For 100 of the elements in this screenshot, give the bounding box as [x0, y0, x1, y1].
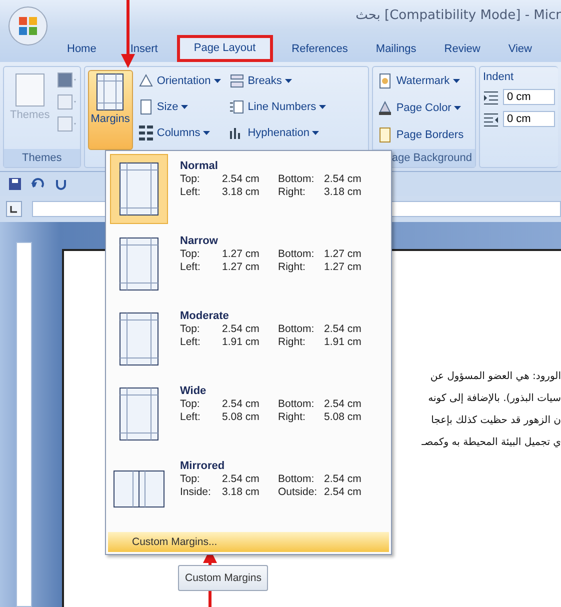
caret-icon: [181, 105, 188, 109]
margin-value: 1.91 cm: [222, 336, 260, 348]
margin-label: Outside:: [278, 486, 318, 498]
indent-field[interactable]: 0 cm: [503, 89, 555, 105]
margin-value: 2.54 cm: [324, 173, 362, 185]
preset-name: Moderate: [180, 310, 230, 322]
margin-value: 2.54 cm: [222, 473, 260, 485]
ribbon-tab[interactable]: References: [282, 37, 357, 62]
body-text-line: ن الزهور قد حظيت كذلك بإعجا: [431, 415, 561, 426]
margin-label: Top:: [180, 323, 201, 335]
page-layout-icon: [113, 470, 165, 508]
page-color-button[interactable]: Page Color: [376, 98, 465, 118]
effects-icon: [56, 116, 77, 132]
margin-value: 2.54 cm: [324, 473, 362, 485]
ribbon-tab[interactable]: Home: [58, 37, 106, 62]
margin-label: Top:: [180, 248, 201, 260]
body-text-line: ي تجميل البيئة المحيطة به وكمصـ: [422, 437, 561, 448]
line-numbers-icon: [228, 99, 245, 115]
caret-icon: [214, 79, 221, 83]
colors-icon: [56, 72, 77, 88]
tab-selector-icon: [6, 201, 22, 217]
hyphenation-button[interactable]: Hyphenation: [228, 122, 328, 144]
group-label: Themes: [4, 149, 80, 167]
caret-icon: [203, 131, 210, 135]
ribbon-tab[interactable]: View: [499, 37, 541, 62]
caret-icon: [312, 131, 320, 135]
margin-label: Right:: [278, 336, 306, 348]
watermark-icon: [377, 73, 394, 89]
page-layout-icon: [119, 387, 159, 441]
margin-label: Bottom:: [278, 398, 316, 410]
window-title: بحث [Compatibility Mode] - Micr: [356, 8, 561, 22]
menu-item[interactable]: Mirrored Top: 2.54 cm Bottom: 2.54 cm Inside: 3.18 cm Outside: 2.54 cm: [108, 453, 389, 528]
indent-field[interactable]: 0 cm: [503, 111, 555, 127]
ribbon-tab[interactable]: Insert: [115, 37, 167, 62]
menu-item[interactable]: Narrow Top: 1.27 cm Bottom: 1.27 cm Left: 1.27 cm Right: 1.27 cm: [108, 228, 389, 303]
indent-right-icon: [483, 111, 499, 127]
menu-item[interactable]: Moderate Top: 2.54 cm Bottom: 2.54 cm Left: 1.91 cm Right: 1.91 cm: [108, 303, 389, 378]
save-icon: [8, 177, 22, 191]
margin-label: Right:: [278, 261, 306, 273]
margin-value: 2.54 cm: [324, 486, 362, 498]
columns-icon: [138, 125, 154, 141]
margin-label: Right:: [278, 411, 306, 423]
margin-value: 1.27 cm: [222, 248, 260, 260]
preset-name: Narrow: [180, 235, 219, 247]
repeat-icon: [54, 177, 68, 191]
margin-value: 2.54 cm: [222, 173, 260, 185]
columns-button[interactable]: Columns: [136, 122, 222, 144]
orientation-button[interactable]: Orientation: [136, 70, 222, 92]
page-margins-icon: [96, 73, 124, 111]
caret-icon: [454, 106, 462, 110]
ribbon-tab[interactable]: Mailings: [366, 37, 426, 62]
page-layout-icon: [119, 162, 159, 216]
indent-left-icon: [483, 89, 499, 105]
themes-icon: [14, 73, 45, 107]
margin-value: 1.27 cm: [324, 261, 362, 273]
page-layout-icon: [119, 312, 159, 366]
margin-value: 5.08 cm: [222, 411, 260, 423]
margin-value: 1.91 cm: [324, 336, 362, 348]
fonts-icon: [56, 94, 77, 110]
margin-value: 1.27 cm: [324, 248, 362, 260]
margin-label: Left:: [180, 261, 202, 273]
margin-label: Bottom:: [278, 173, 316, 185]
preset-name: Mirrored: [180, 460, 226, 472]
breaks-icon: [228, 73, 245, 89]
page-borders-button[interactable]: Page Borders: [376, 125, 465, 145]
indent-label: Indent: [483, 71, 515, 83]
caret-icon: [284, 79, 292, 83]
margin-value: 2.54 cm: [222, 323, 260, 335]
custom-margins-item[interactable]: Custom Margins...: [108, 532, 389, 552]
margin-value: 2.54 cm: [324, 323, 362, 335]
margin-label: Left:: [180, 186, 202, 198]
margin-value: 1.27 cm: [222, 261, 260, 273]
body-text-line: الورود: هي العضو المسؤول عن: [430, 371, 561, 382]
margin-label: Left:: [180, 336, 202, 348]
margin-label: Bottom:: [278, 323, 316, 335]
size-button[interactable]: Size: [136, 96, 222, 118]
preset-name: Wide: [180, 385, 208, 397]
margin-value: 3.18 cm: [324, 186, 362, 198]
page-borders-icon: [377, 127, 394, 143]
watermark-button[interactable]: Watermark: [376, 71, 465, 91]
ribbon-tab[interactable]: Page Layout: [176, 35, 273, 62]
menu-item[interactable]: Wide Top: 2.54 cm Bottom: 2.54 cm Left: 5.08 cm Right: 5.08 cm: [108, 378, 389, 453]
ribbon-tab[interactable]: Review: [435, 37, 490, 62]
margin-value: 2.54 cm: [222, 398, 260, 410]
office-button-icon[interactable]: [8, 6, 48, 46]
margin-label: Top:: [180, 173, 201, 185]
margin-label: Bottom:: [278, 248, 316, 260]
line-numbers-button[interactable]: Line Numbers: [228, 96, 328, 118]
margin-label: Inside:: [180, 486, 212, 498]
page-color-icon: [377, 100, 394, 116]
margins-button[interactable]: Margins: [88, 70, 133, 150]
margin-value: 3.18 cm: [222, 186, 260, 198]
margin-value: 3.18 cm: [222, 486, 260, 498]
margin-value: 2.54 cm: [324, 398, 362, 410]
body-text-line: سيات البذور). بالإضافة إلى كونه: [428, 393, 561, 404]
margin-label: Left:: [180, 411, 202, 423]
margin-label: Right:: [278, 186, 306, 198]
breaks-button[interactable]: Breaks: [228, 70, 328, 92]
margin-label: Top:: [180, 473, 201, 485]
page-layout-icon: [119, 237, 159, 291]
